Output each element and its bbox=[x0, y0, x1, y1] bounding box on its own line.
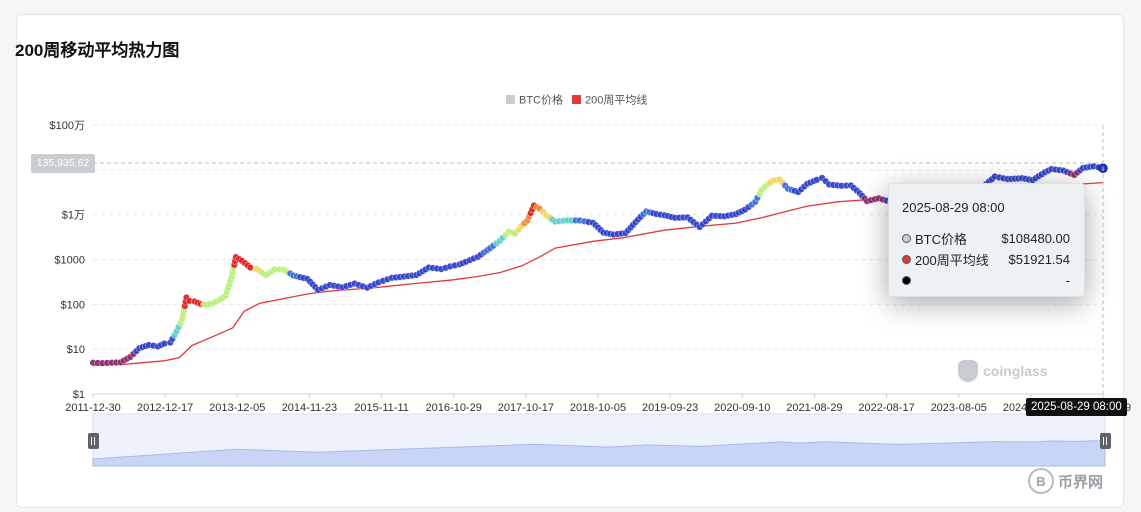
tooltip-row-extra: - bbox=[902, 270, 1070, 291]
x-tick-label: 2023-08-05 bbox=[931, 402, 987, 414]
tooltip-value: - bbox=[1065, 273, 1070, 288]
navigator-handle-left[interactable] bbox=[88, 433, 99, 449]
tooltip-row-ma: 200周平均线 $51921.54 bbox=[902, 249, 1070, 270]
handle-grip-icon bbox=[1100, 433, 1111, 449]
y-tick-label: $1万 bbox=[62, 210, 85, 222]
navigator-handle-right[interactable] bbox=[1100, 433, 1111, 449]
watermark-text: coinglass bbox=[983, 363, 1048, 379]
x-tick-label: 2022-08-17 bbox=[858, 402, 914, 414]
crosshair-price-badge: 135,935.62 bbox=[31, 154, 95, 173]
y-tick-label: $10 bbox=[67, 344, 85, 356]
x-tick-label: 2019-09-23 bbox=[642, 402, 698, 414]
x-tick-label: 2011-12-30 bbox=[65, 402, 120, 414]
y-tick-label: $100 bbox=[61, 299, 85, 311]
legend-swatch bbox=[506, 95, 515, 104]
x-tick-label: 2021-08-29 bbox=[786, 402, 842, 414]
heat-dot bbox=[160, 340, 168, 348]
x-tick-label: 2020-09-10 bbox=[714, 402, 770, 414]
corner-logo-text: 币界网 bbox=[1058, 473, 1104, 491]
coinglass-watermark: coinglass bbox=[958, 360, 1048, 382]
extra-dot-icon bbox=[902, 276, 911, 285]
tooltip-label: BTC价格 bbox=[915, 232, 968, 247]
chart-legend[interactable]: BTC价格 200周平均线 bbox=[506, 93, 647, 107]
ma-dot-icon bbox=[902, 255, 911, 264]
corner-logo: B 币界网 bbox=[1028, 468, 1103, 494]
x-tick-label: 2016-10-29 bbox=[426, 402, 482, 414]
y-tick-label: $1 bbox=[73, 389, 85, 401]
legend-label: BTC价格 bbox=[519, 93, 563, 107]
tooltip-row-btc: BTC价格 $108480.00 bbox=[902, 228, 1070, 249]
handle-grip-icon bbox=[88, 433, 99, 449]
x-axis-ticks: 2011-12-30 2012-12-17 2013-12-05 2014-11-23… bbox=[65, 394, 1131, 414]
range-navigator[interactable] bbox=[88, 413, 1111, 467]
x-tick-label: 2017-10-17 bbox=[498, 402, 554, 414]
btc-dot-icon bbox=[902, 234, 911, 243]
y-tick-label: $1000 bbox=[54, 255, 85, 267]
x-tick-label: 2013-12-05 bbox=[209, 402, 265, 414]
heat-dot bbox=[246, 264, 254, 272]
tooltip-date: 2025-08-29 08:00 bbox=[902, 200, 1005, 215]
x-tick-label: 2012-12-17 bbox=[137, 402, 193, 414]
crosshair-date-badge: 2025-08-29 08:00 bbox=[1026, 398, 1127, 416]
tooltip-label: 200周平均线 bbox=[915, 253, 989, 268]
coin-logo-icon: B bbox=[1028, 468, 1054, 494]
legend-swatch bbox=[572, 95, 581, 104]
x-tick-label: 2014-11-23 bbox=[282, 402, 337, 414]
legend-label: 200周平均线 bbox=[585, 93, 647, 107]
tooltip-value: $108480.00 bbox=[1001, 231, 1070, 246]
x-tick-label: 2015-11-11 bbox=[354, 402, 409, 414]
y-tick-label: $100万 bbox=[50, 120, 85, 132]
x-tick-label: 2018-10-05 bbox=[570, 402, 626, 414]
tooltip-value: $51921.54 bbox=[1008, 252, 1070, 267]
chart-tooltip: 2025-08-29 08:00 BTC价格 $108480.00 200周平均… bbox=[888, 183, 1085, 297]
coinglass-logo-icon bbox=[958, 360, 978, 382]
